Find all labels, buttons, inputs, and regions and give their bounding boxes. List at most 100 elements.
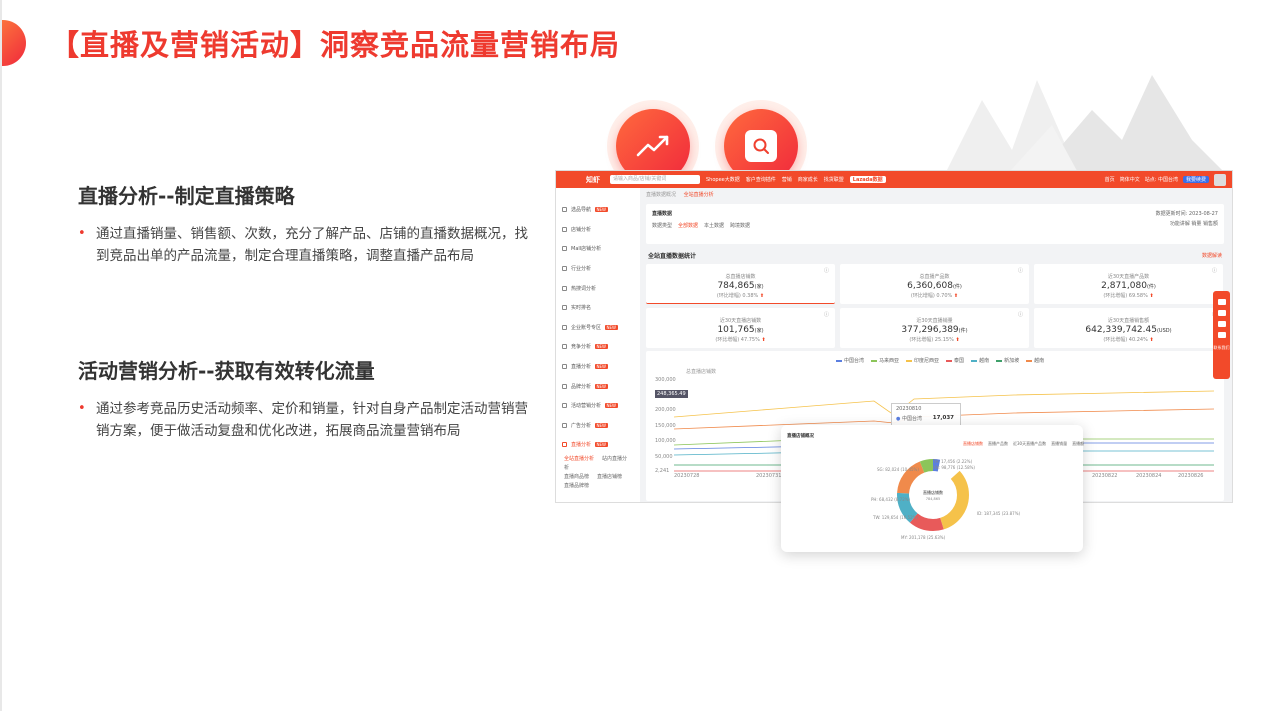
legend-item[interactable]: 马来西亚 bbox=[871, 357, 899, 364]
sidebar-item[interactable]: 直播分析 NEW bbox=[556, 357, 640, 377]
sidebar-item[interactable]: 企业账号专区 NEW bbox=[556, 318, 640, 338]
legend-item[interactable]: 泰国 bbox=[946, 357, 964, 364]
bullet-item: • 通过参考竞品历史活动频率、定价和销量，针对自身产品制定活动营销营销方案，便于… bbox=[78, 398, 538, 442]
menu-icon bbox=[562, 403, 567, 409]
sidebar-item[interactable]: 店铺分析 bbox=[556, 220, 640, 240]
contact-label: 联系我们 bbox=[1213, 345, 1230, 350]
popup-legend-item[interactable]: 直播产品数 bbox=[988, 441, 1008, 447]
menu-icon bbox=[562, 285, 567, 291]
stat-card[interactable]: ⓘ 总直播产品数 6,360,608(件) (环比增幅) 0.70% ⬆ bbox=[840, 264, 1029, 304]
popup-title: 直播店铺概况 bbox=[787, 434, 814, 439]
sidebar-item[interactable]: 选品导航 NEW bbox=[556, 200, 640, 220]
donut-center-value: 784,865 bbox=[926, 497, 940, 501]
speaker-icon[interactable] bbox=[1217, 299, 1226, 305]
renew-button[interactable]: 我要续费 bbox=[1182, 176, 1209, 183]
filter-option-local[interactable]: 本土数据 bbox=[704, 222, 724, 229]
section-live-analysis: 直播分析--制定直播策略 • 通过直播销量、销售额、次数，充分了解产品、店铺的直… bbox=[78, 180, 538, 267]
donut-popup-card: 直播店铺概况 直播店铺数 直播产品数 近30天直播产品数 直播销量 直播额 直播… bbox=[781, 425, 1084, 552]
help-icon[interactable]: ⓘ bbox=[824, 311, 829, 318]
filter-option-cross[interactable]: 跨境数据 bbox=[730, 222, 750, 229]
app-top-bar: 知虾 请输入商品/店铺/关键词 Shopee大数据 客户查询插件 营销 商家成长… bbox=[556, 171, 1232, 188]
donut-label: TH: 17,456 (2.22%) bbox=[933, 459, 973, 464]
stat-card[interactable]: ⓘ 近30天直播销量 377,296,389(件) (环比增幅) 25.15% … bbox=[840, 308, 1029, 348]
x-tick: 20230826 bbox=[1178, 473, 1204, 479]
menu-icon bbox=[562, 422, 567, 428]
help-icon[interactable]: ⓘ bbox=[1212, 267, 1217, 274]
eye-icon[interactable] bbox=[1217, 310, 1226, 316]
popup-legend-item[interactable]: 直播额 bbox=[1072, 441, 1084, 447]
sidebar-item-live-active[interactable]: 直播分析 NEW bbox=[556, 435, 640, 455]
breadcrumb-item-active[interactable]: 全站直播分析 bbox=[684, 192, 714, 198]
stat-card[interactable]: ⓘ 近30天直播产品数 2,871,080(件) (环比增幅) 69.58% ⬆ bbox=[1034, 264, 1223, 304]
stat-value: 377,296,389(件) bbox=[901, 325, 968, 335]
legend-item[interactable]: 印度尼西亚 bbox=[906, 357, 939, 364]
legend-item[interactable]: 新加坡 bbox=[996, 357, 1019, 364]
help-icon[interactable]: ⓘ bbox=[1018, 267, 1023, 274]
popup-legend-item[interactable]: 直播店铺数 bbox=[963, 441, 983, 447]
popup-legend: 直播店铺数 直播产品数 近30天直播产品数 直播销量 直播额 bbox=[963, 441, 1084, 447]
popup-legend-item[interactable]: 直播销量 bbox=[1051, 441, 1067, 447]
filter-option-all[interactable]: 全部数据 bbox=[678, 222, 698, 229]
y-tick: 100,000 bbox=[655, 438, 676, 444]
help-icon[interactable]: ⓘ bbox=[824, 267, 829, 274]
sidebar-item[interactable]: 品牌分析 NEW bbox=[556, 376, 640, 396]
submenu-item[interactable]: 直播店铺榜 bbox=[597, 474, 622, 480]
sidebar-item[interactable]: 热搜词分析 bbox=[556, 278, 640, 298]
help-icon[interactable]: ⓘ bbox=[1018, 311, 1023, 318]
chart-subtitle: 总直播店铺数 bbox=[686, 369, 717, 375]
top-link[interactable]: 简体中文 bbox=[1120, 176, 1140, 183]
stat-label: 近30天直播销量 bbox=[916, 318, 953, 324]
stat-label: 近30天直播销售额 bbox=[1107, 318, 1150, 324]
submenu-item[interactable]: 全站直播分析 bbox=[564, 456, 594, 462]
nav-item[interactable]: 找货联盟 bbox=[824, 176, 844, 183]
nav-item[interactable]: 客户查询插件 bbox=[746, 176, 776, 183]
breadcrumb: 直播数据概况 全站直播分析 bbox=[646, 191, 714, 198]
app-sidebar: 选品导航 NEW 店铺分析 Mall店铺分析 行业分析 热搜词分析 实时排名 企业… bbox=[556, 188, 640, 502]
sidebar-item[interactable]: Mall店铺分析 bbox=[556, 239, 640, 259]
sidebar-item[interactable]: 活动营销分析 NEW bbox=[556, 396, 640, 416]
app-logo[interactable]: 知虾 bbox=[586, 175, 600, 185]
header-title: 直播数据 bbox=[652, 211, 673, 217]
top-link[interactable]: 站点: 中国台湾 bbox=[1145, 176, 1178, 183]
nav-lazada-badge[interactable]: Lazada数据 bbox=[849, 176, 886, 183]
bullet-dot: • bbox=[78, 401, 86, 416]
stat-change: (环比增幅) 25.15% ⬆ bbox=[909, 337, 960, 343]
nav-item[interactable]: 营销 bbox=[782, 176, 792, 183]
y-tick: 150,000 bbox=[655, 423, 676, 429]
sidebar-item[interactable]: 实时排名 bbox=[556, 298, 640, 318]
stat-card[interactable]: ⓘ 近30天直播销售额 642,339,742.45(USD) (环比增幅) 4… bbox=[1034, 308, 1223, 348]
send-icon[interactable] bbox=[1217, 332, 1226, 338]
legend-item[interactable]: 中国台湾 bbox=[836, 357, 864, 364]
stats-section-link[interactable]: 数据解读 bbox=[1202, 252, 1222, 259]
filter-row: 数据类型 全部数据 本土数据 跨境数据 bbox=[652, 222, 1218, 229]
donut-label: SG: 82,024 (10.45%) bbox=[877, 467, 919, 472]
sidebar-item[interactable]: 广告分析 NEW bbox=[556, 416, 640, 436]
sidebar-item[interactable]: 竞争分析 NEW bbox=[556, 337, 640, 357]
stat-value: 6,360,608(件) bbox=[907, 281, 962, 291]
sidebar-item[interactable]: 行业分析 bbox=[556, 259, 640, 279]
assistant-widget[interactable]: 联系我们 bbox=[1213, 291, 1230, 379]
header-actions[interactable]: 功能讲解 销量 销售额 bbox=[1170, 220, 1218, 227]
submenu-item[interactable]: 直播品牌榜 bbox=[564, 483, 589, 489]
popup-legend-item[interactable]: 近30天直播产品数 bbox=[1013, 441, 1046, 447]
legend-item[interactable]: 越南 bbox=[1026, 357, 1044, 364]
donut-label: ID: 187,345 (23.87%) bbox=[977, 511, 1021, 516]
nav-item[interactable]: 商家成长 bbox=[798, 176, 818, 183]
chat-icon[interactable] bbox=[1217, 321, 1226, 327]
menu-icon bbox=[562, 383, 567, 389]
app-search-input[interactable]: 请输入商品/店铺/关键词 bbox=[610, 175, 700, 184]
bullet-dot: • bbox=[78, 226, 86, 241]
stat-card[interactable]: ⓘ 总直播店铺数 784,865(家) (环比增幅) 0.38% ⬆ bbox=[646, 264, 835, 304]
stat-card[interactable]: ⓘ 近30天直播店铺数 101,765(家) (环比增幅) 47.75% ⬆ bbox=[646, 308, 835, 348]
bullet-text: 通过参考竞品历史活动频率、定价和销量，针对自身产品制定活动营销营销方案，便于做活… bbox=[96, 401, 528, 439]
avatar[interactable] bbox=[1214, 173, 1226, 186]
menu-icon bbox=[562, 266, 567, 272]
submenu-item[interactable]: 直播商品榜 bbox=[564, 474, 589, 480]
nav-item[interactable]: Shopee大数据 bbox=[706, 176, 740, 183]
top-link[interactable]: 首页 bbox=[1105, 176, 1115, 183]
section-marketing-analysis: 活动营销分析--获取有效转化流量 • 通过参考竞品历史活动频率、定价和销量，针对… bbox=[78, 355, 538, 442]
stat-value: 101,765(家) bbox=[717, 325, 764, 335]
legend-item[interactable]: 越南 bbox=[971, 357, 989, 364]
stat-value: 642,339,742.45(USD) bbox=[1085, 325, 1172, 335]
breadcrumb-item[interactable]: 直播数据概况 bbox=[646, 192, 676, 198]
